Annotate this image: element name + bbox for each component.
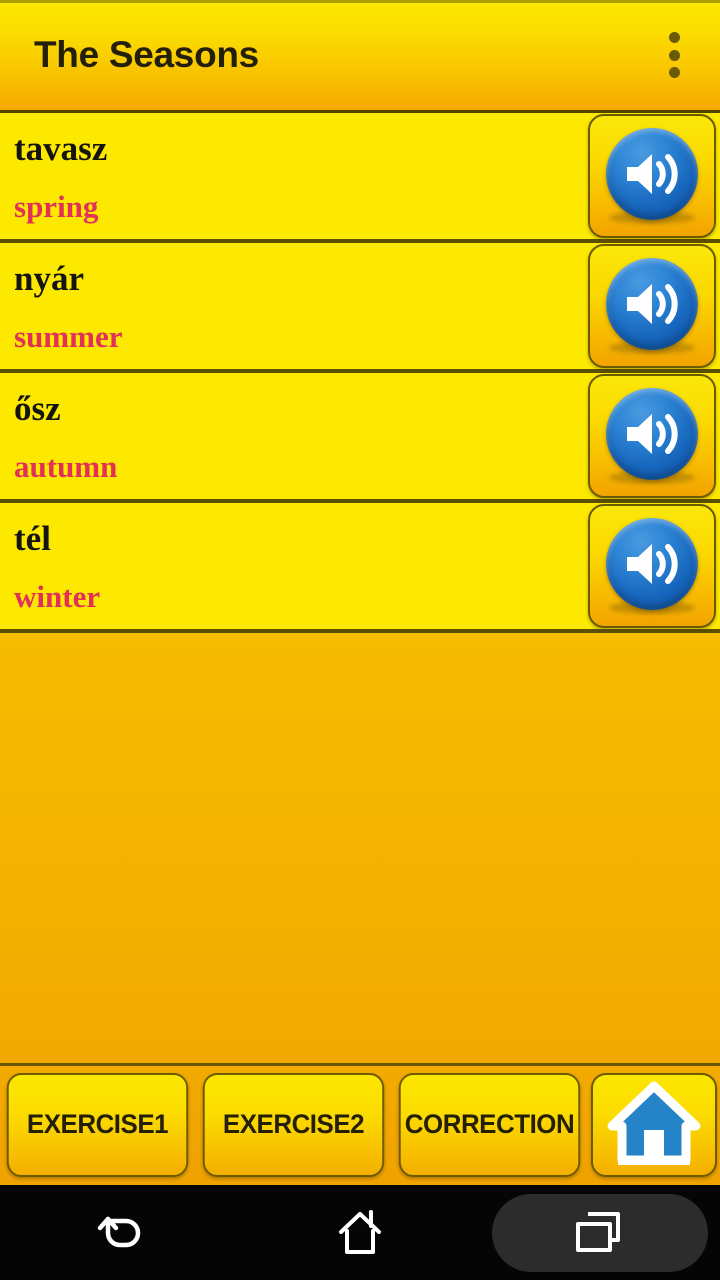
exercise2-button[interactable]: EXERCISE2 (202, 1072, 385, 1177)
speaker-icon (606, 388, 698, 480)
speaker-icon (606, 258, 698, 350)
nav-back-button[interactable] (0, 1185, 240, 1280)
nav-recents-button[interactable] (480, 1185, 720, 1280)
play-audio-button[interactable] (588, 504, 716, 628)
list-item-texts: ősz autumn (0, 373, 588, 499)
back-arrow-icon (97, 1216, 141, 1247)
exercise1-button[interactable]: EXERCISE1 (6, 1072, 189, 1177)
word-translation: spring (14, 189, 99, 225)
vocabulary-list: tavasz spring nyár summer ősz autumn tél… (0, 113, 720, 633)
action-bar: The Seasons (0, 0, 720, 113)
word-native: nyár (14, 259, 84, 299)
page-title: The Seasons (34, 34, 259, 75)
recents-squares-icon (576, 1211, 620, 1252)
home-house-icon (607, 1081, 701, 1165)
list-item[interactable]: nyár summer (0, 243, 720, 373)
list-item-texts: tél winter (0, 503, 588, 629)
speaker-icon (606, 128, 698, 220)
play-audio-button[interactable] (588, 374, 716, 498)
word-translation: autumn (14, 449, 118, 485)
word-native: tél (14, 519, 51, 559)
list-item[interactable]: tavasz spring (0, 113, 720, 243)
overflow-dot (668, 67, 680, 78)
app-window: The Seasons tavasz spring nyár summer ős… (0, 0, 720, 1185)
speaker-icon (606, 518, 698, 610)
bottom-button-bar: EXERCISE1 EXERCISE2 CORRECTION (0, 1063, 720, 1185)
word-native: tavasz (14, 129, 108, 169)
play-audio-button[interactable] (588, 244, 716, 368)
overflow-dot (668, 49, 680, 61)
play-audio-button[interactable] (588, 114, 716, 238)
system-navigation-bar (0, 1185, 720, 1280)
word-native: ősz (14, 389, 61, 429)
list-item-texts: nyár summer (0, 243, 588, 369)
phone-screen: The Seasons tavasz spring nyár summer ős… (0, 0, 720, 1280)
home-button[interactable] (591, 1072, 717, 1177)
more-vert-icon[interactable] (658, 29, 690, 81)
overflow-dot (668, 32, 680, 43)
word-translation: summer (14, 319, 123, 355)
word-translation: winter (14, 579, 101, 615)
home-outline-icon (339, 1209, 381, 1254)
nav-home-button[interactable] (240, 1185, 480, 1280)
list-item-texts: tavasz spring (0, 113, 588, 239)
list-item[interactable]: ősz autumn (0, 373, 720, 503)
list-item[interactable]: tél winter (0, 503, 720, 633)
correction-button[interactable]: CORRECTION (398, 1072, 581, 1177)
